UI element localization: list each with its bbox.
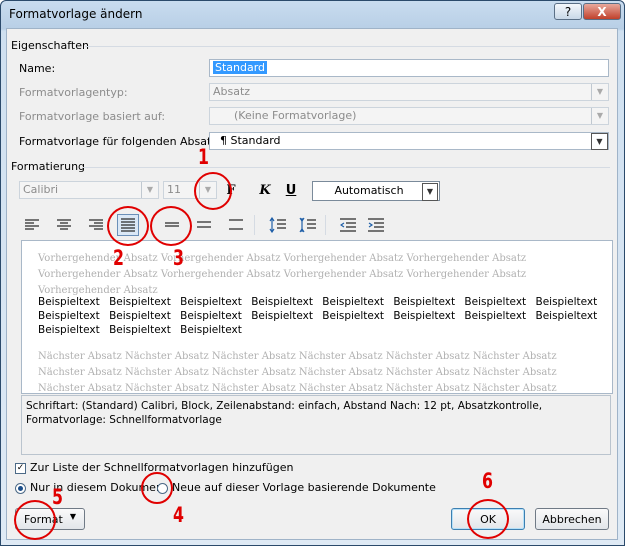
preview-next-paragraph: Nächster Absatz Nächster Absatz Nächster… xyxy=(38,351,557,394)
based-on-select: (Keine Formatvorlage) ▼ xyxy=(209,107,609,125)
help-button[interactable]: ? xyxy=(554,3,582,20)
checkmark-icon: ✓ xyxy=(16,463,25,473)
underline-icon: U xyxy=(285,182,297,198)
align-right-button[interactable] xyxy=(85,214,107,236)
align-center-button[interactable] xyxy=(53,214,75,236)
close-button[interactable]: X xyxy=(583,3,621,20)
annotation-number-3: 3 xyxy=(173,246,184,270)
toolbar-divider xyxy=(254,215,255,235)
annotation-circle-3 xyxy=(150,206,192,246)
annotation-circle-4 xyxy=(141,472,173,504)
properties-divider xyxy=(85,46,610,47)
chevron-down-icon: ▼ xyxy=(591,84,608,100)
annotation-number-2: 2 xyxy=(113,246,124,270)
properties-group-title: Eigenschaften xyxy=(11,39,89,52)
space-before-decrease-button[interactable] xyxy=(297,214,319,236)
chevron-down-icon[interactable]: ▼ xyxy=(591,133,608,150)
line-spacing-double-button[interactable] xyxy=(225,214,247,236)
cancel-button[interactable]: Abbrechen xyxy=(535,508,609,530)
type-value: Absatz xyxy=(213,85,251,98)
line-spacing-onehalf-button[interactable] xyxy=(193,214,215,236)
title-bar: Formatvorlage ändern ? X xyxy=(1,1,624,29)
annotation-number-5: 5 xyxy=(52,485,63,509)
space-decrease-icon xyxy=(299,217,316,233)
font-select: Calibri ▼ xyxy=(19,181,159,199)
name-value: Standard xyxy=(213,61,268,74)
new-documents-label: Neue auf dieser Vorlage basierende Dokum… xyxy=(172,481,436,494)
annotation-circle-2 xyxy=(107,206,149,246)
italic-icon: K xyxy=(259,182,271,198)
cancel-button-label: Abbrechen xyxy=(542,512,602,526)
font-color-select[interactable]: Automatisch ▼ xyxy=(312,181,440,201)
line-spacing-onehalf-icon xyxy=(197,221,211,228)
style-preview: Vorhergehender Absatz Vorhergehender Abs… xyxy=(21,240,613,394)
annotation-circle-1 xyxy=(194,172,232,210)
annotation-number-4: 4 xyxy=(173,503,184,527)
font-color-value: Automatisch xyxy=(334,184,404,197)
style-description: Schriftart: (Standard) Calibri, Block, Z… xyxy=(21,395,611,455)
type-label: Formatvorlagentyp: xyxy=(19,86,128,99)
indent-increase-icon xyxy=(368,218,384,232)
indent-increase-button[interactable] xyxy=(365,214,387,236)
underline-button[interactable]: U xyxy=(281,180,301,200)
align-left-icon xyxy=(25,219,39,230)
dialog-title: Formatvorlage ändern xyxy=(9,7,143,21)
name-label: Name: xyxy=(19,62,56,75)
next-paragraph-value: ¶ Standard xyxy=(220,134,281,147)
preview-sample-text: Beispieltext Beispieltext Beispieltext B… xyxy=(38,296,598,336)
line-spacing-double-icon xyxy=(229,219,243,230)
dialog-body: Eigenschaften Name: Standard Formatvorla… xyxy=(6,28,618,540)
formatting-group-title: Formatierung xyxy=(11,160,86,173)
align-right-icon xyxy=(89,219,103,230)
based-on-label: Formatvorlage basiert auf: xyxy=(19,110,166,123)
name-field[interactable]: Standard xyxy=(209,59,609,77)
type-select: Absatz ▼ xyxy=(209,83,609,101)
size-value: 11 xyxy=(167,183,181,196)
align-center-icon xyxy=(57,219,71,230)
annotation-number-1: 1 xyxy=(198,145,209,169)
space-before-increase-button[interactable] xyxy=(267,214,289,236)
font-value: Calibri xyxy=(23,183,59,196)
space-increase-icon xyxy=(269,217,286,233)
help-icon: ? xyxy=(564,4,572,19)
next-paragraph-select[interactable]: ¶ Standard ▼ xyxy=(209,132,609,150)
toolbar-divider xyxy=(325,215,326,235)
indent-decrease-icon xyxy=(340,218,356,232)
only-this-document-radio[interactable] xyxy=(15,483,26,494)
quicklist-checkbox[interactable]: ✓ xyxy=(15,463,26,474)
next-paragraph-label: Formatvorlage für folgenden Absatz: xyxy=(19,135,221,148)
formatting-divider xyxy=(83,167,610,168)
annotation-number-6: 6 xyxy=(482,469,493,493)
chevron-down-icon: ▼ xyxy=(69,512,76,521)
based-on-value: (Keine Formatvorlage) xyxy=(234,109,357,122)
chevron-down-icon: ▼ xyxy=(141,182,158,198)
align-left-button[interactable] xyxy=(21,214,43,236)
italic-button[interactable]: K xyxy=(255,180,275,200)
close-icon: X xyxy=(597,4,607,19)
annotation-circle-6 xyxy=(467,499,509,539)
indent-decrease-button[interactable] xyxy=(337,214,359,236)
chevron-down-icon: ▼ xyxy=(591,108,608,124)
annotation-circle-5 xyxy=(14,500,56,540)
chevron-down-icon[interactable]: ▼ xyxy=(422,183,438,201)
